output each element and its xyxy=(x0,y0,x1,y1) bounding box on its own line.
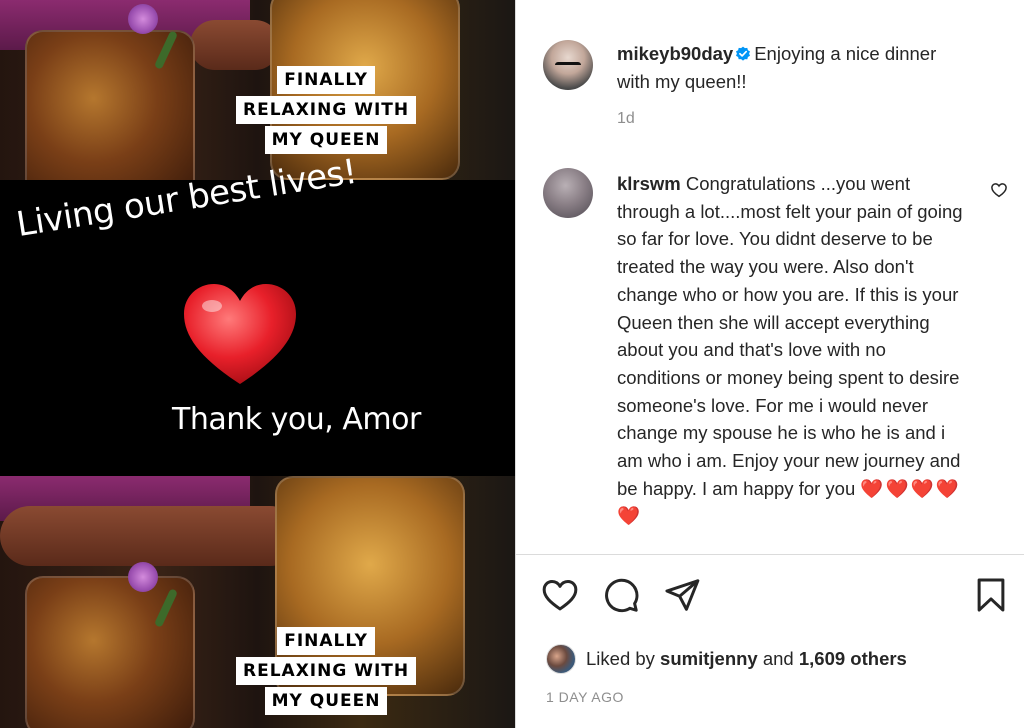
post-time[interactable]: 1d xyxy=(617,110,635,128)
comment-like-heart-icon[interactable] xyxy=(990,181,1008,199)
red-heart-emoji xyxy=(180,280,300,390)
comments-scroll-area[interactable]: mikeyb90day Enjoying a nice dinner with m… xyxy=(516,0,1024,554)
caption-line: MY QUEEN xyxy=(264,687,388,715)
likes-and: and xyxy=(762,648,794,669)
instagram-post: FINALLY RELAXING WITH MY QUEEN Living ou… xyxy=(0,0,1024,728)
commenter-avatar[interactable] xyxy=(543,168,593,218)
action-bar xyxy=(516,576,1024,618)
bookmark-icon[interactable] xyxy=(972,576,1010,614)
caption-line: MY QUEEN xyxy=(264,126,388,154)
likes-others-link[interactable]: 1,609 others xyxy=(799,648,907,670)
hand-top xyxy=(190,20,280,70)
post-date[interactable]: 1 DAY AGO xyxy=(546,689,624,705)
speech-bubble-icon[interactable] xyxy=(602,576,640,614)
flower-bottom xyxy=(128,562,158,592)
commenter-username[interactable]: klrswm xyxy=(617,173,681,194)
paper-plane-icon[interactable] xyxy=(663,576,701,614)
arm-bottom xyxy=(0,506,300,566)
comment-text: Congratulations ...you went through a lo… xyxy=(617,173,963,499)
heart-outline-icon[interactable] xyxy=(541,576,579,614)
divider xyxy=(516,554,1024,555)
verified-badge-icon xyxy=(736,46,751,61)
owner-username[interactable]: mikeyb90day xyxy=(617,43,733,64)
caption-line: FINALLY xyxy=(277,66,375,94)
caption-line: RELAXING WITH xyxy=(236,657,417,685)
glass-left-top xyxy=(25,30,195,180)
caption-stack-bottom: FINALLY RELAXING WITH MY QUEEN xyxy=(236,627,417,715)
thank-you-text: Thank you, Amor xyxy=(172,402,421,437)
owner-avatar[interactable] xyxy=(543,40,593,90)
owner-caption-block: mikeyb90day Enjoying a nice dinner with m… xyxy=(617,40,967,95)
post-side-panel: mikeyb90day Enjoying a nice dinner with m… xyxy=(515,0,1024,728)
liker-avatar[interactable] xyxy=(546,644,576,674)
caption-line: FINALLY xyxy=(277,627,375,655)
comment-block: klrswm Congratulations ...you went throu… xyxy=(617,170,967,530)
flower-top xyxy=(128,4,158,34)
liked-by-prefix: Liked by xyxy=(586,648,655,669)
caption-line: RELAXING WITH xyxy=(236,96,417,124)
liker-username[interactable]: sumitjenny xyxy=(660,648,758,670)
likes-summary: Liked by sumitjenny and 1,609 others xyxy=(546,644,907,674)
post-media[interactable]: FINALLY RELAXING WITH MY QUEEN Living ou… xyxy=(0,0,515,728)
caption-stack-top: FINALLY RELAXING WITH MY QUEEN xyxy=(236,66,417,154)
